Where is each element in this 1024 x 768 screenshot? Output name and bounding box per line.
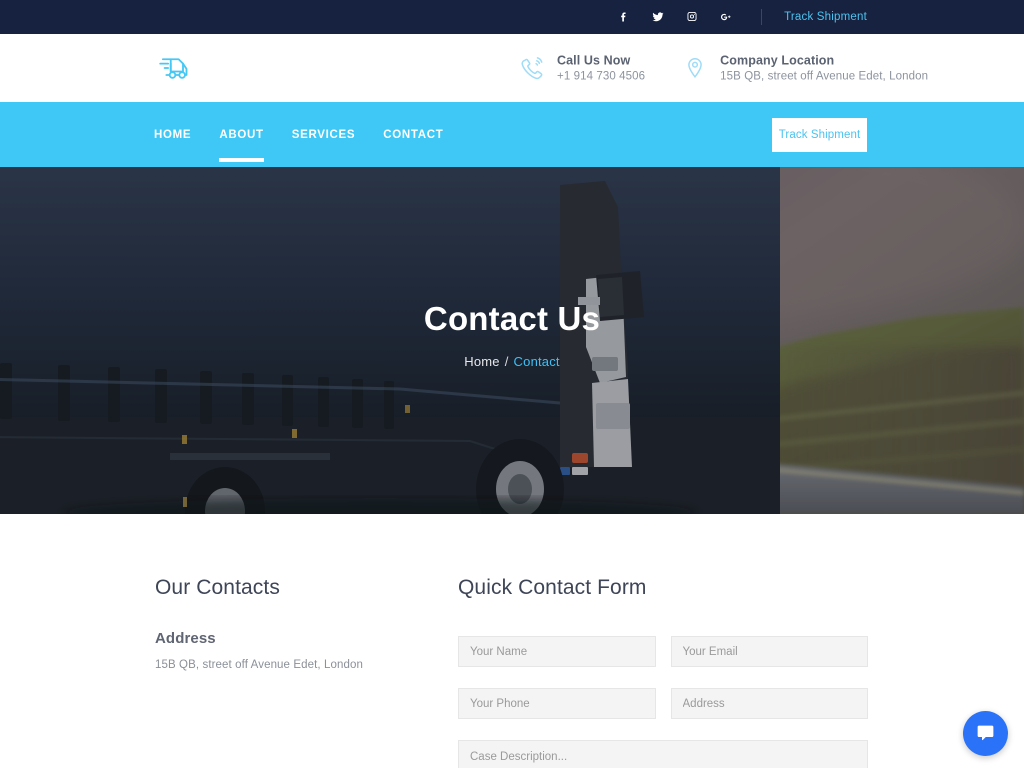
topbar-track-shipment-link[interactable]: Track Shipment [784, 11, 867, 23]
instagram-icon[interactable] [675, 0, 709, 34]
main-navigation: HOME ABOUT SERVICES CONTACT Track Shipme… [0, 102, 1024, 167]
quick-contact-form-section: Quick Contact Form [458, 576, 868, 768]
call-us-title: Call Us Now [557, 53, 631, 68]
nav-items: HOME ABOUT SERVICES CONTACT [154, 102, 458, 167]
header-contact-info: Call Us Now +1 914 730 4506 Company Loca… [518, 54, 928, 83]
company-location-block: Company Location 15B QB, street off Aven… [681, 54, 928, 83]
nav-item-home[interactable]: HOME [154, 102, 205, 167]
company-location-title: Company Location [720, 53, 835, 68]
company-location-address: 15B QB, street off Avenue Edet, London [720, 70, 929, 83]
quick-contact-form-title: Quick Contact Form [458, 576, 647, 599]
address-label: Address [155, 630, 216, 647]
email-input[interactable] [670, 636, 868, 667]
social-links [607, 0, 743, 34]
address-value: 15B QB, street off Avenue Edet, London [155, 659, 363, 671]
site-header: Call Us Now +1 914 730 4506 Company Loca… [0, 34, 1024, 102]
facebook-icon[interactable] [607, 0, 641, 34]
breadcrumb-separator: / [504, 354, 509, 370]
our-contacts-title: Our Contacts [155, 576, 280, 599]
twitter-icon[interactable] [641, 0, 675, 34]
our-contacts-section: Our Contacts Address 15B QB, street off … [155, 576, 435, 671]
breadcrumb: Home / Contact [0, 354, 1024, 369]
address-input[interactable] [670, 688, 868, 719]
delivery-truck-icon[interactable] [155, 52, 197, 84]
breadcrumb-current: Contact [513, 354, 560, 370]
googleplus-icon[interactable] [709, 0, 743, 34]
nav-item-about[interactable]: ABOUT [205, 102, 277, 167]
top-bar: Track Shipment [0, 0, 1024, 34]
content-section: Our Contacts Address 15B QB, street off … [0, 514, 1024, 768]
topbar-divider [761, 9, 763, 25]
call-us-number: +1 914 730 4506 [557, 70, 646, 83]
nav-item-contact[interactable]: CONTACT [369, 102, 457, 167]
form-row-1 [458, 636, 868, 667]
phone-input[interactable] [458, 688, 656, 719]
chat-widget-button[interactable] [963, 711, 1008, 756]
hero-content: Contact Us Home / Contact [0, 300, 1024, 369]
case-description-textarea[interactable] [458, 740, 868, 768]
phone-ring-icon [518, 54, 546, 82]
form-fields [458, 636, 868, 768]
page-title: Contact Us [423, 300, 601, 337]
name-input[interactable] [458, 636, 656, 667]
hero-banner: Contact Us Home / Contact [0, 167, 1024, 514]
breadcrumb-home[interactable]: Home [464, 354, 499, 369]
nav-track-shipment-button[interactable]: Track Shipment [772, 117, 867, 152]
form-row-3 [458, 740, 868, 768]
nav-item-services[interactable]: SERVICES [278, 102, 370, 167]
call-us-block: Call Us Now +1 914 730 4506 [518, 54, 645, 83]
chat-bubble-icon [977, 725, 994, 741]
form-row-2 [458, 688, 868, 719]
map-pin-icon [681, 54, 709, 82]
